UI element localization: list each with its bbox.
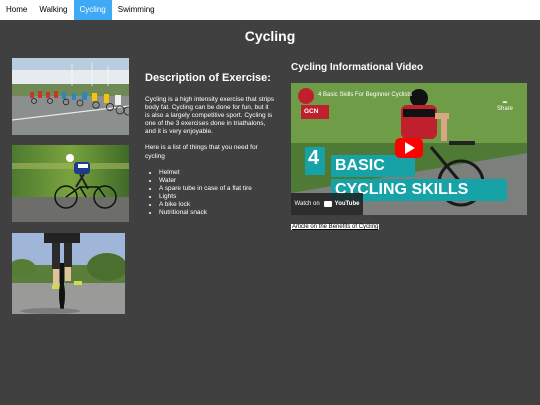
thumbnail-number: 4 [308, 147, 320, 169]
list-item: Helmet [159, 169, 275, 177]
description-section: Description of Exercise: Cycling is a hi… [145, 72, 275, 217]
list-item: A bike lock [159, 201, 275, 209]
description-paragraph: Cycling is a high intensity exercise tha… [145, 95, 274, 136]
share-button[interactable]: ➦ Share [497, 99, 513, 112]
top-nav: Home Walking Cycling Swimming [0, 0, 540, 20]
list-item: Water [159, 177, 275, 185]
cyclist-front-photo [12, 233, 125, 314]
description-heading: Description of Exercise: [145, 72, 271, 84]
cyclist-front-photo-icon [12, 233, 125, 314]
peloton-photo [12, 58, 129, 135]
list-intro: Here is a list of things that you need f… [145, 144, 258, 160]
nav-home[interactable]: Home [0, 0, 33, 20]
youtube-icon [323, 201, 332, 207]
video-section-title: Cycling Informational Video [291, 62, 424, 73]
nav-swimming[interactable]: Swimming [112, 0, 161, 20]
thumbnail-line1: BASIC [335, 157, 385, 174]
equipment-list: Helmet Water A spare tube in case of a f… [145, 169, 275, 218]
article-link[interactable]: Article on the Benefits of Cycling [291, 224, 380, 230]
video-title-link[interactable]: 4 Basic Skills For Beginner Cyclists [318, 92, 412, 98]
video-player[interactable]: 4 Basic Skills For Beginner Cyclists GCN… [291, 83, 527, 215]
watch-on-label: Watch on [294, 201, 320, 207]
page-title: Cycling [244, 28, 296, 44]
cyclist-motion-photo-icon [12, 145, 129, 222]
watch-on-youtube-button[interactable]: Watch on YouTube [291, 193, 363, 215]
peloton-photo-icon [12, 58, 129, 135]
youtube-label: YouTube [334, 201, 360, 207]
share-label: Share [497, 106, 514, 112]
list-item: Nutritional snack [159, 209, 275, 217]
list-item: A spare tube in case of a flat tire [159, 185, 275, 193]
nav-cycling[interactable]: Cycling [73, 0, 112, 20]
nav-walking[interactable]: Walking [33, 0, 73, 20]
list-item: Lights [159, 193, 275, 201]
channel-logo: GCN [304, 108, 319, 115]
cyclist-motion-photo [12, 145, 129, 222]
